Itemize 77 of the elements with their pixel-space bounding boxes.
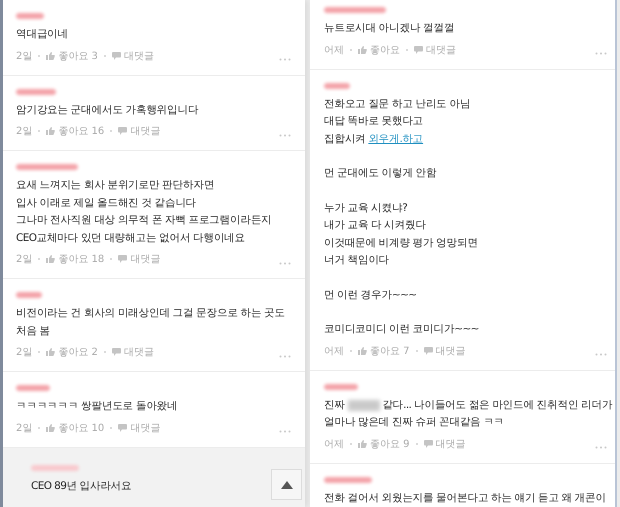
- comment-text: 뉴트로시대 아니겠나 껄껄껄: [324, 21, 454, 36]
- comment-text: 처음 봄: [16, 324, 50, 338]
- like-button[interactable]: 좋아요 18: [46, 252, 104, 266]
- more-options-icon[interactable]: [595, 353, 607, 356]
- reply-button[interactable]: 대댓글: [112, 48, 154, 62]
- like-button[interactable]: 좋아요 7: [358, 344, 410, 358]
- comment-text: CEO 89년 입사라서요: [31, 478, 132, 494]
- speech-bubble-icon: [424, 346, 433, 354]
- reply-button[interactable]: 대댓글: [414, 42, 456, 56]
- thumbs-up-icon: [46, 52, 56, 60]
- more-options-icon[interactable]: [279, 354, 291, 358]
- comment-text: 대답 똑바로 못했다고: [324, 114, 424, 129]
- more-options-icon[interactable]: [595, 52, 607, 55]
- speech-bubble-icon: [118, 127, 128, 135]
- comment-text: 코미디코미디 이런 코미디가~~~: [324, 322, 479, 337]
- comment-text: ㅋㅋㅋㅋㅋㅋ 쌍팔년도로 돌아왔네: [16, 399, 178, 414]
- more-options-icon[interactable]: [279, 430, 291, 433]
- like-button[interactable]: 좋아요 10: [46, 420, 104, 434]
- thumbs-up-icon: [358, 46, 367, 54]
- comment-time: 2일: [16, 50, 32, 62]
- comment-text: 진짜: [324, 398, 346, 412]
- speech-bubble-icon: [118, 255, 128, 263]
- speech-bubble-icon: [414, 46, 423, 54]
- scroll-to-top-button[interactable]: [271, 469, 302, 500]
- comment-text: 그나마 전사직원 대상 의무적 폰 자뻑 프로그램이라든지: [16, 213, 272, 228]
- thumbs-up-icon: [46, 255, 56, 263]
- comment-text: 먼 군대에도 이렇게 안함: [324, 166, 436, 181]
- reply-button[interactable]: 대댓글: [424, 436, 466, 450]
- comment-text: 먼 이런 경우가~~~: [324, 288, 416, 302]
- comment-text: 암기강요는 군대에서도 가혹행위입니다: [16, 102, 198, 118]
- comment-time: 2일: [16, 125, 32, 138]
- like-button[interactable]: 좋아요 2: [46, 345, 98, 359]
- comment-text: CEO교체마다 있던 대량해고는 없어서 다행이네요: [16, 230, 245, 246]
- reply-button[interactable]: 대댓글: [118, 252, 160, 266]
- like-button[interactable]: 좋아요: [358, 42, 400, 56]
- comment-text: 같다... 나이들어도 젊은 마인드에 진취적인 리더가: [381, 398, 612, 412]
- more-options-icon[interactable]: [279, 134, 291, 136]
- comment-text: 비전이라는 건 회사의 미래상인데 그걸 문장으로 하는 곳도: [16, 306, 285, 321]
- comment-text: 전화오고 질문 하고 난리도 아님: [324, 96, 470, 112]
- thumbs-up-icon: [358, 440, 367, 448]
- speech-bubble-icon: [118, 424, 128, 432]
- comment-text: 누가 교육 시켰냐?: [324, 200, 408, 216]
- thumbs-up-icon: [358, 346, 367, 354]
- comment-text: 얼마나 많은데 진짜 슈퍼 꼰대같음 ㅋㅋ: [324, 415, 504, 430]
- comment-time: 어제: [324, 344, 344, 358]
- up-triangle-icon: [280, 480, 292, 488]
- comment-time: 2일: [16, 422, 32, 434]
- thumbs-up-icon: [46, 424, 56, 432]
- comment-text: 전화 걸어서 외웠는지를 물어본다고 하는 얘기 듣고 왜 개콘이: [324, 490, 606, 506]
- redacted-word: [348, 400, 380, 411]
- like-button[interactable]: 좋아요 9: [358, 436, 410, 450]
- text-link[interactable]: 외우게.하고: [368, 130, 424, 148]
- thumbs-up-icon: [46, 127, 56, 135]
- more-options-icon[interactable]: [279, 262, 291, 264]
- comment-text: 역대급이네: [16, 27, 68, 42]
- reply-button[interactable]: 대댓글: [424, 344, 466, 358]
- comment-time: 어제: [324, 44, 344, 56]
- comment-text: 요새 느껴지는 회사 분위기로만 판단하자면: [16, 178, 214, 193]
- comment-text: 이것때문에 비계량 평가 엉망되면: [324, 236, 478, 250]
- comment-time: 2일: [16, 346, 32, 359]
- speech-bubble-icon: [112, 348, 121, 356]
- comment-text: 너거 책임이다: [324, 253, 390, 268]
- comment-text: 입사 이래로 제일 올드해진 것 같습니다: [16, 196, 196, 210]
- comment-time: 어제: [324, 438, 344, 450]
- thumbs-up-icon: [46, 348, 56, 356]
- comment-text: 내가 교육 다 시켜줬다: [324, 218, 426, 233]
- reply-button[interactable]: 대댓글: [112, 345, 154, 359]
- speech-bubble-icon: [112, 52, 121, 60]
- like-button[interactable]: 좋아요 3: [46, 48, 98, 62]
- speech-bubble-icon: [424, 440, 433, 448]
- comment-text: 집합시켜: [324, 132, 367, 146]
- like-button[interactable]: 좋아요 16: [46, 124, 104, 138]
- more-options-icon[interactable]: [595, 446, 607, 449]
- comment-time: 2일: [16, 253, 32, 266]
- more-options-icon[interactable]: [279, 58, 291, 61]
- reply-button[interactable]: 대댓글: [118, 420, 160, 434]
- reply-button[interactable]: 대댓글: [118, 124, 160, 138]
